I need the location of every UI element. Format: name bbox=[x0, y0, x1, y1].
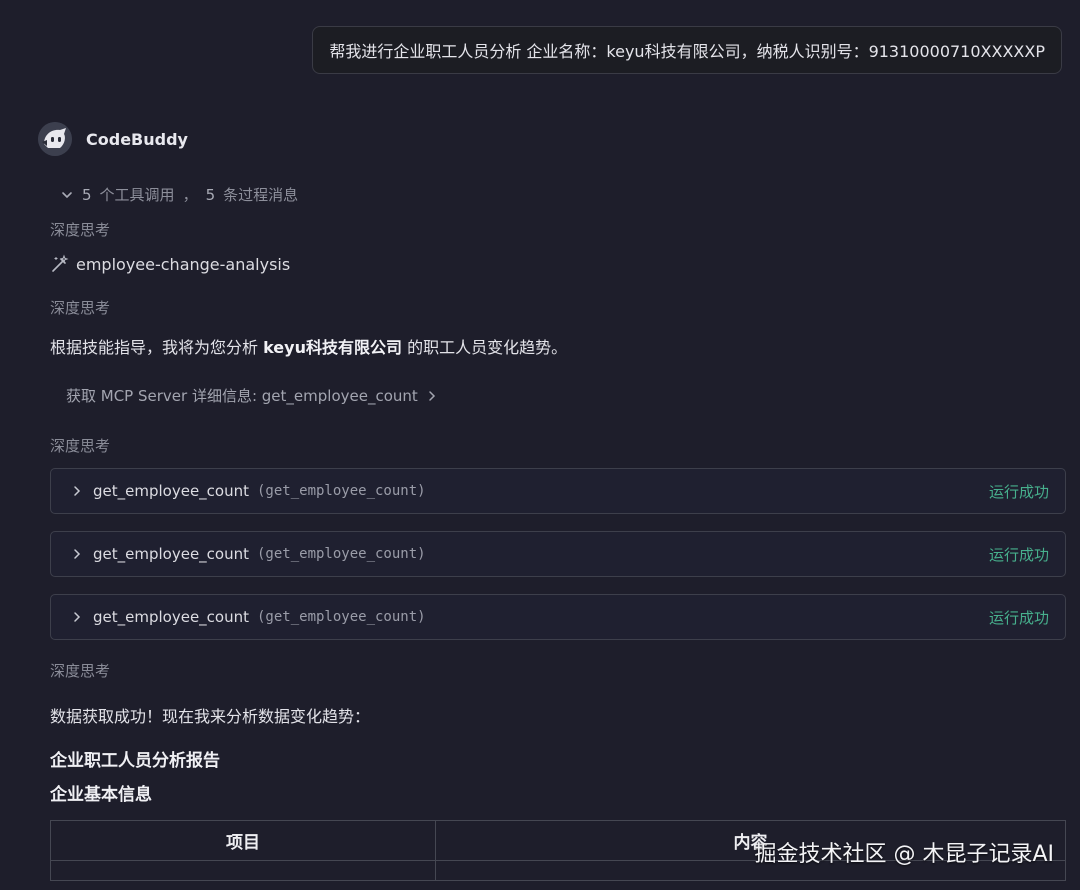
report-title: 企业职工人员分析报告 bbox=[50, 751, 220, 771]
thinking-label: 深度思考 bbox=[50, 299, 111, 317]
mcp-detail-label: 获取 MCP Server 详细信息: get_employee_count bbox=[66, 387, 418, 405]
user-message-bubble: 帮我进行企业职工人员分析 企业名称：keyu科技有限公司，纳税人识别号：9131… bbox=[312, 26, 1062, 74]
chevron-right-icon bbox=[429, 390, 435, 401]
skill-name: employee-change-analysis bbox=[76, 254, 291, 274]
tool-call-arg: (get_employee_count) bbox=[257, 483, 426, 499]
watermark: 掘金技术社区 @ 木昆子记录AI bbox=[754, 842, 1054, 867]
tool-call-card[interactable]: get_employee_count (get_employee_count) … bbox=[50, 531, 1066, 577]
result-paragraph: 数据获取成功！现在我来分析数据变化趋势： bbox=[50, 707, 371, 726]
tool-call-status: 运行成功 bbox=[988, 482, 1049, 501]
tool-call-status: 运行成功 bbox=[988, 608, 1049, 627]
wand-icon bbox=[52, 254, 69, 272]
summary-separator: ， bbox=[182, 186, 198, 204]
process-count: 5 bbox=[205, 185, 216, 204]
process-count-label: 条过程消息 bbox=[223, 186, 299, 204]
tool-call-card[interactable]: get_employee_count (get_employee_count) … bbox=[50, 468, 1066, 514]
assistant-name: CodeBuddy bbox=[86, 129, 188, 149]
thinking-label: 深度思考 bbox=[50, 437, 111, 455]
chevron-right-icon bbox=[74, 486, 81, 496]
robot-avatar-icon bbox=[38, 122, 72, 156]
skill-row: employee-change-analysis bbox=[50, 254, 290, 274]
table-header-item: 项目 bbox=[50, 820, 436, 861]
tool-count: 5 bbox=[82, 185, 92, 204]
section-title: 企业基本信息 bbox=[50, 785, 152, 805]
process-summary-toggle[interactable]: 5 个工具调用 ， 5 条过程消息 bbox=[60, 184, 298, 205]
thinking-label: 深度思考 bbox=[50, 221, 111, 239]
thinking-label: 深度思考 bbox=[50, 662, 111, 680]
tool-call-name: get_employee_count bbox=[93, 482, 249, 500]
tool-call-arg: (get_employee_count) bbox=[257, 546, 426, 562]
tool-call-card[interactable]: get_employee_count (get_employee_count) … bbox=[50, 594, 1066, 640]
chat-page: 帮我进行企业职工人员分析 企业名称：keyu科技有限公司，纳税人识别号：9131… bbox=[0, 0, 1080, 890]
intro-prefix: 根据技能指导，我将为您分析 bbox=[50, 338, 264, 357]
tool-call-name: get_employee_count bbox=[93, 545, 249, 563]
intro-paragraph: 根据技能指导，我将为您分析 keyu科技有限公司 的职工人员变化趋势。 bbox=[50, 334, 567, 358]
chevron-right-icon bbox=[74, 612, 81, 622]
chevron-down-icon bbox=[62, 191, 72, 198]
mcp-detail-link[interactable]: 获取 MCP Server 详细信息: get_employee_count bbox=[66, 385, 438, 406]
tool-call-status: 运行成功 bbox=[988, 545, 1049, 564]
company-name: keyu科技有限公司 bbox=[263, 338, 402, 357]
chevron-right-icon bbox=[74, 549, 81, 559]
user-message-text: 帮我进行企业职工人员分析 企业名称：keyu科技有限公司，纳税人识别号：9131… bbox=[329, 42, 1045, 61]
tool-call-arg: (get_employee_count) bbox=[257, 609, 426, 625]
tool-count-label: 个工具调用 bbox=[99, 186, 175, 204]
intro-suffix: 的职工人员变化趋势。 bbox=[401, 338, 568, 357]
tool-call-name: get_employee_count bbox=[93, 608, 249, 626]
assistant-header: CodeBuddy bbox=[38, 122, 188, 156]
